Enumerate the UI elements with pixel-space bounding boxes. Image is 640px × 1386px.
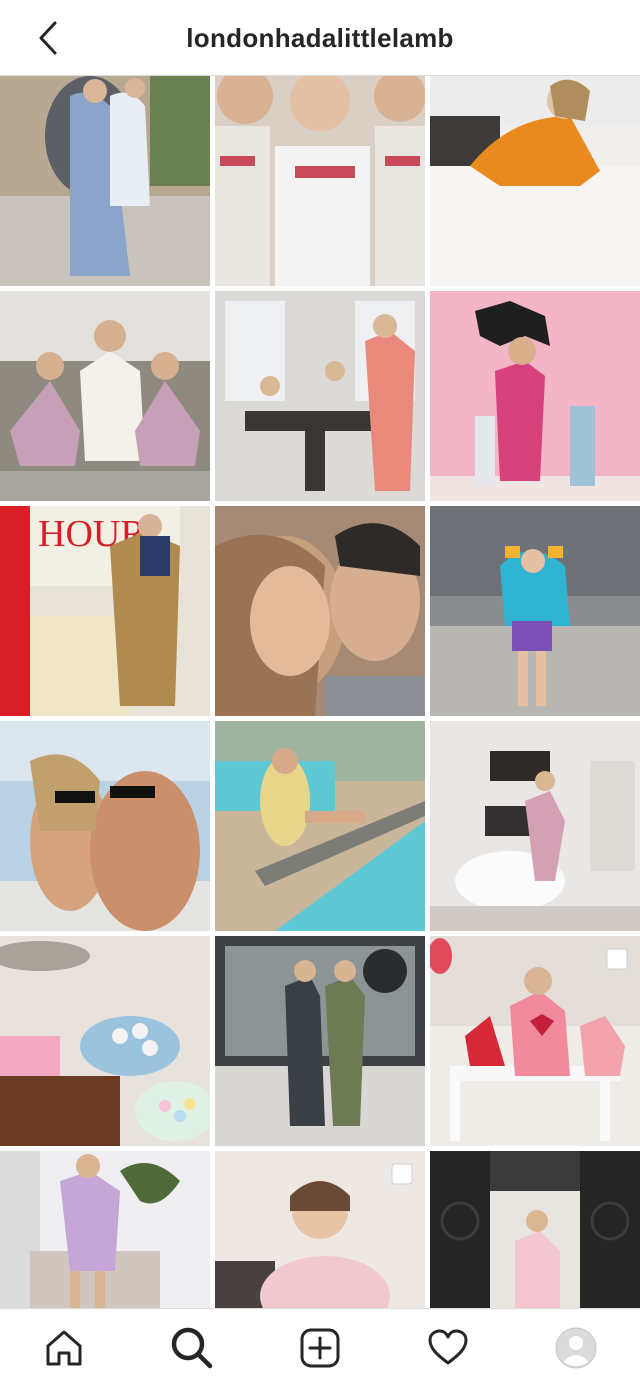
- post-image: [430, 1151, 640, 1308]
- post-tile[interactable]: [430, 506, 640, 716]
- post-tile[interactable]: [430, 76, 640, 286]
- post-tile[interactable]: [215, 506, 425, 716]
- post-tile[interactable]: [430, 1151, 640, 1308]
- search-icon: [171, 1327, 213, 1368]
- post-image: [215, 721, 425, 931]
- post-tile[interactable]: [0, 76, 210, 286]
- post-tile[interactable]: HOUR: [0, 506, 210, 716]
- post-tile[interactable]: [430, 936, 640, 1146]
- post-image: [0, 1151, 210, 1308]
- new-post-icon: [300, 1328, 340, 1367]
- post-tile[interactable]: [215, 291, 425, 501]
- post-image: [430, 506, 640, 716]
- profile-avatar: [555, 1327, 597, 1368]
- nav-home[interactable]: [34, 1318, 94, 1378]
- post-image: [0, 76, 210, 286]
- post-image: [0, 936, 210, 1146]
- multiple-posts-icon: [391, 1163, 413, 1185]
- post-image: [215, 506, 425, 716]
- nav-search[interactable]: [162, 1318, 222, 1378]
- post-image: [215, 291, 425, 501]
- post-tile[interactable]: [215, 1151, 425, 1308]
- post-image: [0, 291, 210, 501]
- post-tile[interactable]: [430, 721, 640, 931]
- bottom-navigation: [0, 1308, 640, 1386]
- post-tile[interactable]: [0, 936, 210, 1146]
- post-image: [215, 76, 425, 286]
- activity-heart-icon: [428, 1329, 468, 1364]
- profile-username-title: londonhadalittlelamb: [186, 23, 454, 53]
- post-tile[interactable]: [430, 291, 640, 501]
- multiple-posts-icon: [606, 948, 628, 970]
- post-image: [430, 721, 640, 931]
- nav-activity[interactable]: [418, 1318, 478, 1378]
- post-image: HOUR: [0, 506, 210, 716]
- post-image: [215, 936, 425, 1146]
- post-image: [430, 291, 640, 501]
- post-tile[interactable]: [0, 1151, 210, 1308]
- post-image: [430, 76, 640, 286]
- post-tile[interactable]: [0, 291, 210, 501]
- home-icon: [46, 1330, 82, 1365]
- nav-profile[interactable]: [546, 1318, 606, 1378]
- post-tile[interactable]: [215, 76, 425, 286]
- nav-new-post[interactable]: [290, 1318, 350, 1378]
- post-tile[interactable]: [0, 721, 210, 931]
- posts-grid: HOUR: [0, 76, 640, 1308]
- top-header: londonhadalittlelamb: [0, 0, 640, 76]
- post-image: [0, 721, 210, 931]
- post-tile[interactable]: [215, 721, 425, 931]
- post-tile[interactable]: [215, 936, 425, 1146]
